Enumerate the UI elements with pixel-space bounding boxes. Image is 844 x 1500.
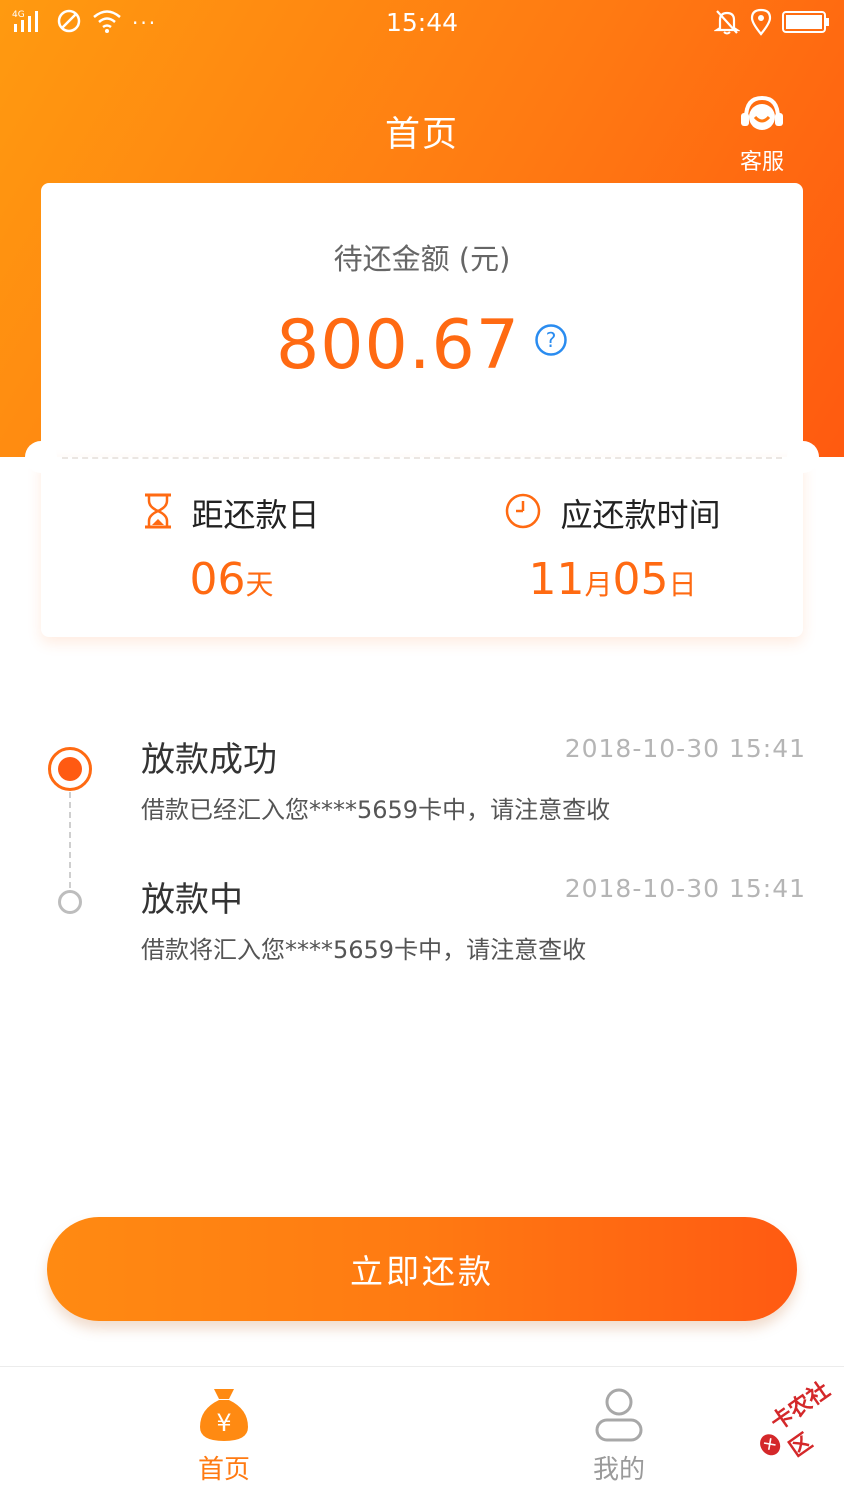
customer-service-label: 客服 — [739, 150, 784, 175]
card-notch-left — [25, 441, 57, 473]
timeline-item-time: 2018-10-30 15:41 — [564, 734, 806, 763]
days-left-block: 距还款日 06天 — [41, 490, 422, 605]
card-divider — [62, 457, 782, 459]
status-bar: 4G ··· 15:44 — [0, 0, 844, 46]
timeline-item-desc: 借款将汇入您****5659卡中，请注意查收 — [141, 936, 587, 964]
timeline-item-time: 2018-10-30 15:41 — [564, 874, 806, 903]
help-icon[interactable]: ? — [534, 323, 568, 361]
svg-text:¥: ¥ — [216, 1409, 231, 1437]
status-right — [713, 8, 830, 40]
due-date-label: 应还款时间 — [560, 496, 721, 534]
days-left-value: 06天 — [189, 554, 274, 605]
timeline-item-title: 放款中 — [141, 880, 243, 920]
svg-text:?: ? — [546, 328, 557, 352]
customer-service-button[interactable]: 客服 — [728, 92, 796, 175]
amount-label: 待还金额 (元) — [333, 242, 511, 276]
card-notch-right — [787, 441, 819, 473]
battery-icon — [782, 10, 830, 38]
amount-value: 800.67 — [276, 306, 520, 385]
headset-icon — [736, 95, 788, 142]
due-date-value: 11月05日 — [528, 554, 697, 605]
due-date-block: 应还款时间 11月05日 — [422, 490, 803, 605]
clock-icon — [504, 492, 542, 534]
money-bag-icon: ¥ — [196, 1389, 252, 1447]
page-title: 首页 — [384, 115, 459, 155]
mute-icon — [713, 8, 741, 40]
days-left-label: 距还款日 — [191, 496, 320, 534]
timeline-dot-active — [48, 747, 92, 791]
tab-home-label: 首页 — [197, 1455, 250, 1485]
bottom-tab-bar: ¥ 首页 我的 — [0, 1366, 844, 1500]
timeline-item-desc: 借款已经汇入您****5659卡中，请注意查收 — [141, 796, 611, 824]
timeline-connector — [69, 792, 71, 888]
location-icon — [750, 8, 772, 40]
hourglass-icon — [143, 492, 173, 534]
tab-mine-label: 我的 — [592, 1455, 645, 1485]
repay-now-button[interactable]: 立即还款 — [47, 1217, 797, 1321]
timeline-item-title: 放款成功 — [141, 740, 277, 780]
tab-home[interactable]: ¥ 首页 — [124, 1385, 324, 1486]
user-icon — [591, 1388, 647, 1447]
timeline-dot — [58, 890, 82, 914]
tab-mine[interactable]: 我的 — [519, 1385, 719, 1486]
amount-row: 800.67 ? — [41, 306, 803, 385]
